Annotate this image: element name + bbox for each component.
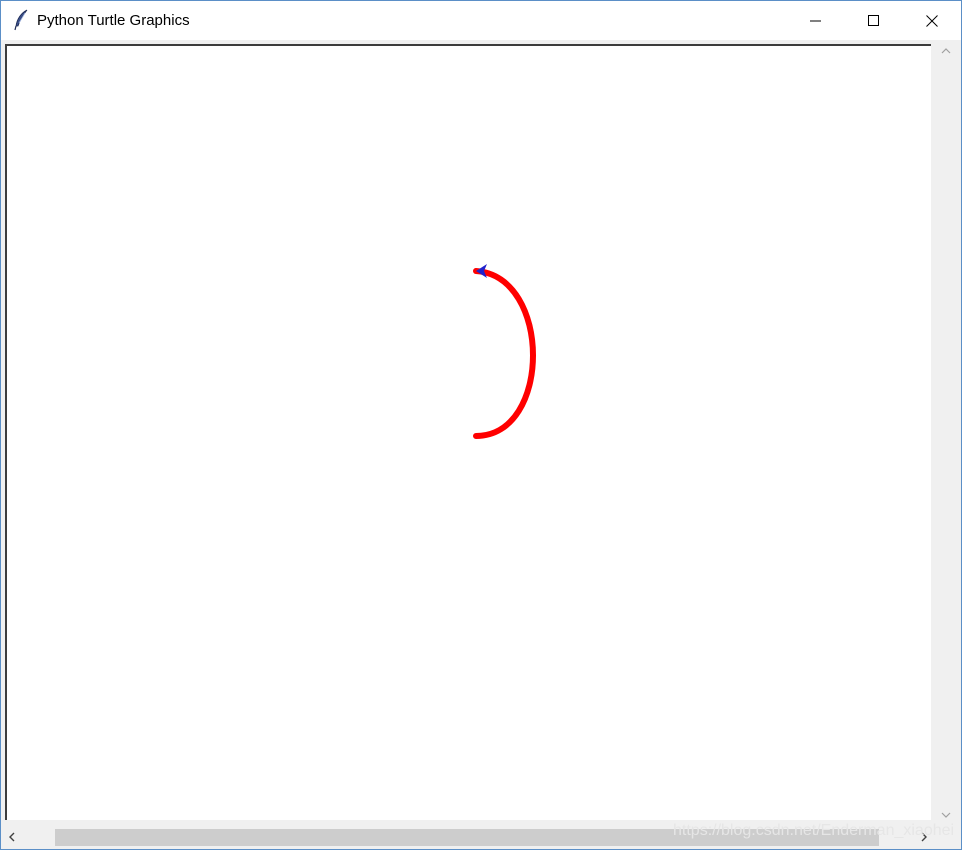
turtle-drawing — [473, 264, 536, 439]
scroll-left-icon[interactable] — [3, 826, 21, 848]
maximize-button[interactable] — [845, 1, 903, 40]
feather-icon — [13, 9, 31, 31]
maximize-icon — [868, 14, 880, 27]
window-title: Python Turtle Graphics — [37, 12, 190, 29]
vertical-scrollbar[interactable] — [933, 42, 959, 828]
red-arc-path — [473, 268, 536, 439]
turtle-canvas[interactable] — [5, 44, 931, 820]
minimize-button[interactable] — [787, 1, 845, 40]
close-button[interactable] — [903, 1, 961, 40]
watermark-text: https://blog.csdn.net/Enderman_xiaohei — [673, 822, 955, 839]
minimize-icon — [810, 15, 822, 27]
close-icon — [926, 14, 938, 27]
turtle-window: Python Turtle Graphics https://blog.csdn… — [0, 0, 962, 850]
title-bar[interactable]: Python Turtle Graphics — [1, 1, 961, 40]
window-client-area — [1, 40, 961, 849]
scroll-up-icon[interactable] — [933, 42, 959, 60]
